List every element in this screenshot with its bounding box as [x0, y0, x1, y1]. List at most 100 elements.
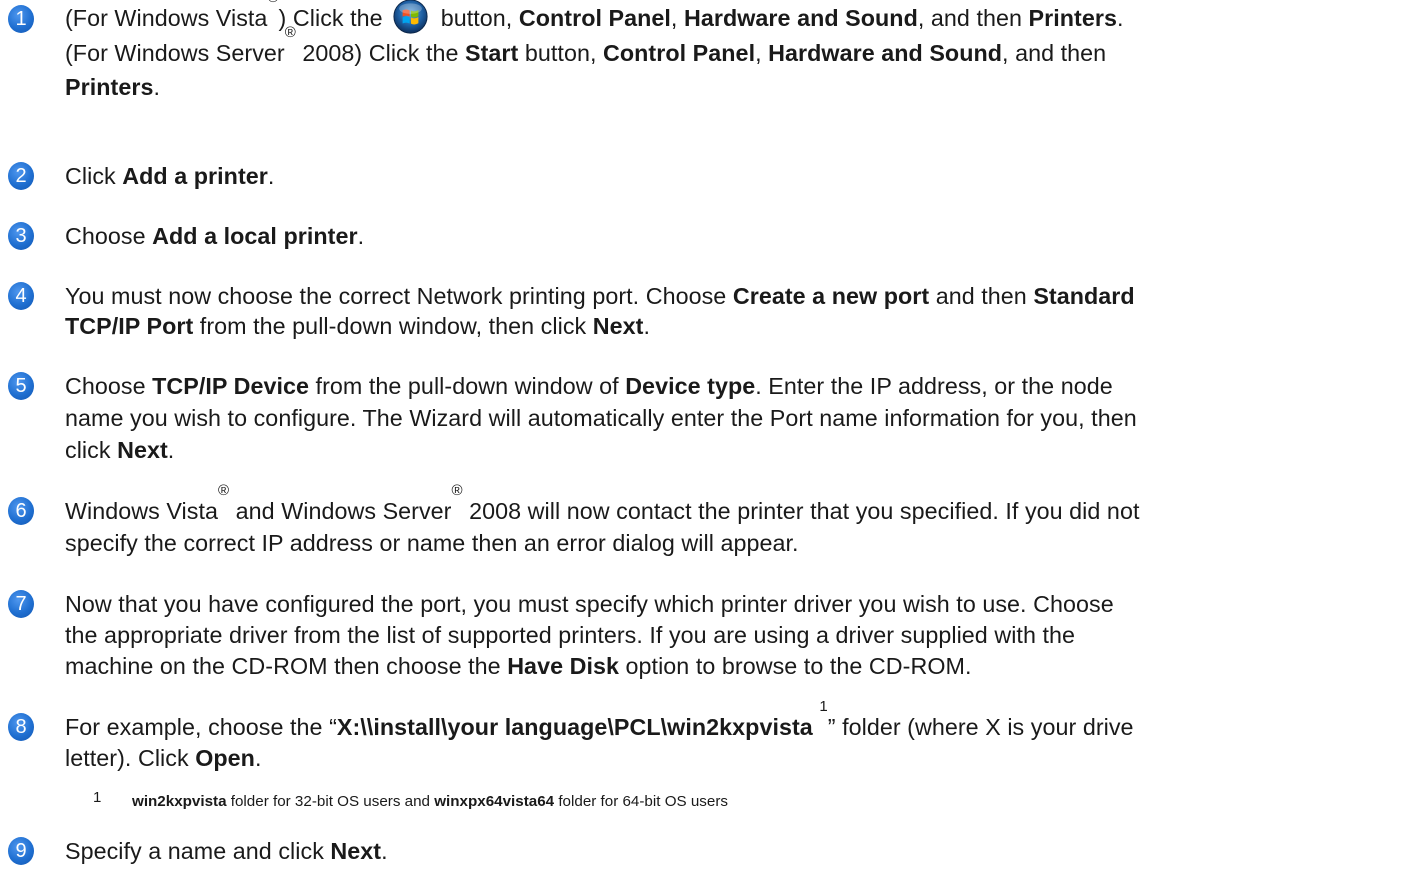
- text-run: 2008 will now contact the printer that y…: [462, 498, 1140, 524]
- step-number-badge: 2: [8, 162, 34, 190]
- registered-mark: ®: [267, 0, 278, 6]
- ui-term: Have Disk: [507, 653, 620, 679]
- footnote-number: 1: [93, 789, 102, 806]
- text-run: folder for 64-bit OS users: [554, 793, 728, 810]
- text-run: You must now choose the correct Network …: [65, 283, 733, 309]
- text-run: ” folder (where X is your drive: [827, 714, 1134, 740]
- text-run: (For Windows Vista: [65, 5, 268, 31]
- text-run: name you wish to configure. The Wizard w…: [65, 405, 1137, 431]
- ui-term: Device type: [625, 373, 756, 399]
- ui-term: Hardware and Sound: [768, 40, 1003, 66]
- text-run: Now that you have configured the port, y…: [65, 591, 1114, 617]
- step-1-line-2: (For Windows Server® 2008) Click the Sta…: [65, 25, 1405, 69]
- text-run: .: [1116, 5, 1124, 31]
- ui-term: Next: [592, 313, 644, 339]
- ui-term: Add a printer: [122, 163, 268, 189]
- step-number-badge: 5: [8, 372, 34, 400]
- text-run: .: [643, 313, 650, 339]
- ui-term: Create a new port: [732, 283, 930, 309]
- document-page: 1 (For Windows Vista®) Click the button,…: [0, 0, 1411, 869]
- registered-mark: ®: [218, 482, 230, 499]
- text-run: . Enter the IP address, or the node: [755, 373, 1113, 399]
- text-run: Click: [65, 163, 123, 189]
- text-run: button,: [518, 40, 603, 66]
- step-4-line-1: You must now choose the correct Network …: [65, 281, 1405, 312]
- text-run: Specify a name and click: [65, 838, 331, 864]
- step-number-badge: 1: [8, 5, 34, 33]
- step-number-badge: 7: [8, 590, 34, 618]
- step-5-line-1: Choose TCP/IP Device from the pull-down …: [65, 371, 1405, 402]
- text-run: from the pull-down window, then click: [193, 313, 593, 339]
- text-run: (For Windows Server: [65, 40, 285, 66]
- text-run: .: [167, 437, 175, 463]
- step-5-line-2: name you wish to configure. The Wizard w…: [65, 403, 1405, 434]
- ui-term: Next: [330, 838, 382, 864]
- text-run: .: [254, 745, 262, 771]
- step-number-badge: 9: [8, 837, 34, 865]
- text-run: Windows Vista: [65, 498, 219, 524]
- step-9-line-1: Specify a name and click Next.: [65, 836, 1405, 867]
- step-6-line-2: specify the correct IP address or name t…: [65, 528, 1405, 559]
- text-run: option to browse to the CD-ROM.: [619, 653, 972, 679]
- step-2-line-1: Click Add a printer.: [65, 161, 1405, 192]
- text-run: 2008) Click the: [295, 40, 466, 66]
- step-6-line-1: Windows Vista® and Windows Server® 2008 …: [65, 483, 1405, 527]
- registered-mark: ®: [284, 24, 296, 41]
- ui-term: Standard: [1033, 283, 1135, 309]
- step-5-line-3: click Next.: [65, 435, 1405, 466]
- text-run: machine on the CD-ROM then choose the: [65, 653, 508, 679]
- step-number-badge: 8: [8, 713, 34, 741]
- step-7-line-1: Now that you have configured the port, y…: [65, 589, 1405, 620]
- step-7-line-2: the appropriate driver from the list of …: [65, 620, 1405, 651]
- step-1-line-1: (For Windows Vista®) Click the button, C…: [65, 0, 1405, 34]
- text-run: .: [381, 838, 388, 864]
- windows-start-logo-icon: [393, 0, 428, 34]
- ui-term: Control Panel: [603, 40, 756, 66]
- step-7-line-3: machine on the CD-ROM then choose the Ha…: [65, 651, 1405, 682]
- ui-term: TCP/IP Device: [152, 373, 310, 399]
- step-8-line-2: letter). Click Open.: [65, 743, 1405, 774]
- ui-term: TCP/IP Port: [65, 313, 194, 339]
- ui-term: Next: [117, 437, 168, 463]
- text-run: click: [65, 437, 118, 463]
- text-run: , and then: [1002, 40, 1107, 66]
- step-number-badge: 3: [8, 222, 34, 250]
- step-number-badge: 6: [8, 497, 34, 525]
- ui-term: Printers: [65, 74, 154, 100]
- text-run: .: [267, 163, 275, 189]
- step-3-line-1: Choose Add a local printer.: [65, 221, 1405, 252]
- ui-term: Start: [465, 40, 519, 66]
- step-1-line-3: Printers.: [65, 72, 1405, 103]
- text-run: .: [153, 74, 160, 100]
- folder-name: win2kxpvista: [132, 793, 227, 810]
- text-run: button,: [434, 5, 519, 31]
- footnote-ref: 1: [819, 698, 828, 715]
- text-run: from the pull-down window of: [309, 373, 626, 399]
- ui-term: Hardware and Sound: [683, 5, 918, 31]
- registered-mark: ®: [451, 482, 463, 499]
- text-run: the appropriate driver from the list of …: [65, 622, 1076, 648]
- text-run: letter). Click: [65, 745, 196, 771]
- folder-name: winxpx64vista64: [434, 793, 555, 810]
- ui-term: Add a local printer: [152, 223, 358, 249]
- text-run: Choose: [65, 223, 153, 249]
- text-run: For example, choose the “: [65, 714, 337, 740]
- ui-term: Printers: [1028, 5, 1117, 31]
- text-run: ,: [670, 5, 684, 31]
- text-run: specify the correct IP address or name t…: [65, 530, 799, 556]
- folder-path: X:\\install\your language\PCL\win2kxpvis…: [336, 714, 813, 740]
- text-run: ,: [755, 40, 769, 66]
- ui-term: Control Panel: [518, 5, 671, 31]
- text-run: Choose: [65, 373, 153, 399]
- step-8-line-1: For example, choose the “X:\\install\you…: [65, 699, 1405, 743]
- text-run: .: [357, 223, 365, 249]
- text-run: , and then: [917, 5, 1029, 31]
- text-run: [813, 714, 820, 740]
- step-number-badge: 4: [8, 282, 34, 310]
- step-4-line-2: TCP/IP Port from the pull-down window, t…: [65, 311, 1405, 342]
- text-run: and then: [929, 283, 1034, 309]
- text-run: and Windows Server: [229, 498, 452, 524]
- ui-term: Open: [195, 745, 255, 771]
- text-run: folder for 32-bit OS users and: [226, 793, 435, 810]
- footnote: 1 win2kxpvista folder for 32-bit OS users…: [93, 788, 728, 812]
